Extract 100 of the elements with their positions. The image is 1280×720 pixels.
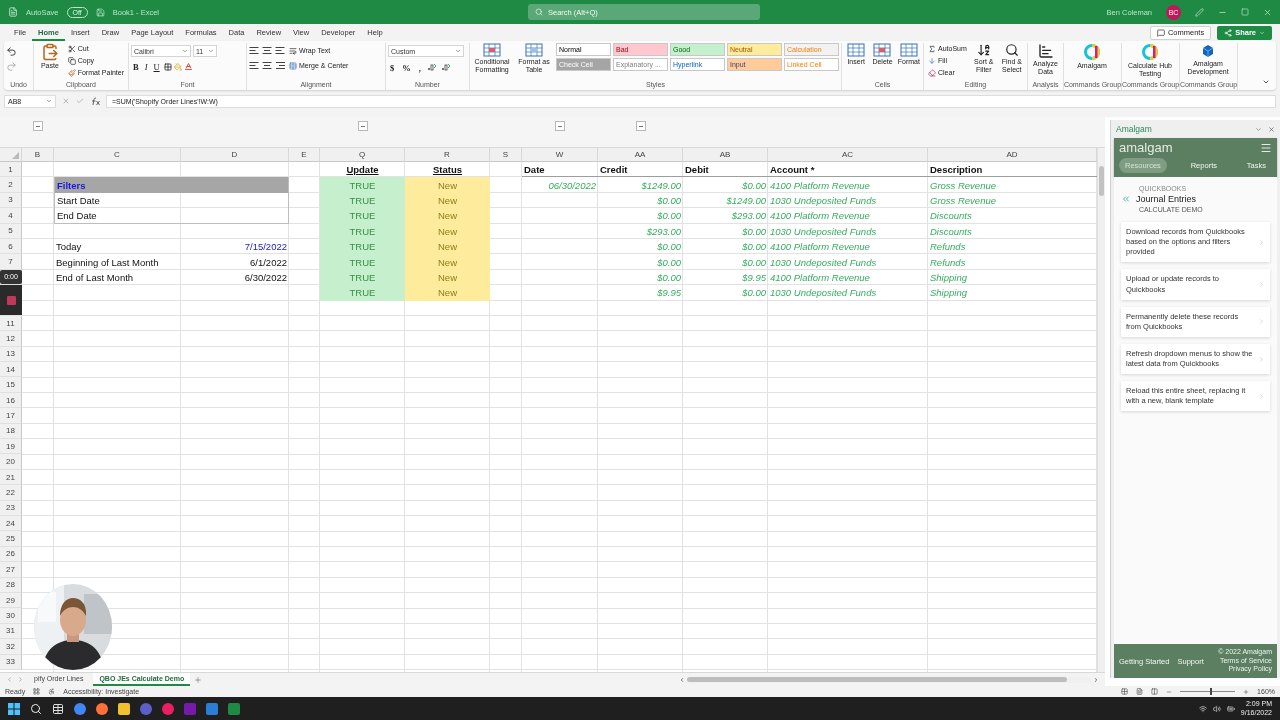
number-format-button[interactable]: $	[388, 62, 397, 73]
save-icon[interactable]	[95, 7, 105, 17]
row-header[interactable]: 1	[0, 162, 22, 178]
collapse-ribbon-icon[interactable]	[1262, 78, 1270, 86]
task-view-icon[interactable]	[52, 702, 64, 715]
borders-icon[interactable]	[163, 62, 172, 71]
redo-icon[interactable]	[6, 61, 17, 72]
app-icon[interactable]	[96, 702, 108, 715]
add-sheet-icon[interactable]	[194, 675, 203, 684]
sheet-cell: Start Date	[54, 192, 289, 209]
decimal-icon[interactable]	[440, 63, 451, 72]
menu-icon[interactable]	[1260, 141, 1272, 154]
column-header[interactable]: D	[181, 148, 289, 162]
align-icon[interactable]	[249, 61, 259, 70]
row-header[interactable]: 4	[0, 208, 22, 224]
scroll-right-icon[interactable]	[1093, 676, 1099, 683]
chevron-icon	[1258, 355, 1265, 363]
comment-icon	[1156, 28, 1165, 37]
row-header[interactable]: 20	[0, 454, 22, 470]
sheet-cell-text: 1030 Undeposited Funds	[769, 193, 878, 208]
column-header[interactable]: AB	[683, 148, 768, 162]
decimal-icon[interactable]	[426, 63, 437, 72]
sheet-cell-text: $0.00	[741, 224, 767, 239]
fill-color-icon[interactable]	[173, 62, 182, 71]
number-format-button[interactable]: %	[400, 62, 413, 73]
column-header[interactable]: AC	[768, 148, 928, 162]
search-icon[interactable]	[30, 702, 42, 715]
chevron-icon	[1258, 318, 1265, 326]
row-header[interactable]: 17	[0, 408, 22, 424]
row-header[interactable]: 19	[0, 439, 22, 455]
vertical-scrollbar[interactable]	[1097, 148, 1105, 672]
sheet-cell: TRUE	[320, 285, 405, 301]
sheet-cell-text: 4100 Platform Revenue	[769, 240, 871, 255]
scrollbar-thumb[interactable]	[687, 677, 1067, 682]
row-header[interactable]: 12	[0, 331, 22, 347]
font-style-button[interactable]: I	[142, 61, 150, 72]
zoom-in-icon[interactable]	[1243, 688, 1250, 695]
wifi-icon[interactable]	[1198, 704, 1207, 713]
column-header[interactable]: Q	[320, 148, 405, 162]
stop-recording-button[interactable]	[0, 285, 22, 316]
app-icon[interactable]	[74, 702, 86, 715]
align-icon[interactable]	[262, 46, 272, 55]
column-header[interactable]: AD	[928, 148, 1097, 162]
sheet-cell-text: Refunds	[929, 255, 967, 270]
row-header[interactable]: 14	[0, 362, 22, 378]
row-header[interactable]: 32	[0, 639, 22, 655]
row-header[interactable]: 27	[0, 562, 22, 578]
number-format-button[interactable]: ,	[416, 62, 423, 73]
sheet-cell-text: $1249.00	[640, 178, 682, 193]
font-color-icon[interactable]	[183, 62, 193, 71]
outline-collapse-button[interactable]	[357, 121, 368, 131]
close-icon[interactable]	[1263, 7, 1272, 17]
undo-icon[interactable]	[6, 46, 17, 57]
sheet-cell-text: Shipping	[929, 270, 968, 285]
align-icon[interactable]	[249, 46, 259, 55]
align-icon[interactable]	[275, 46, 285, 55]
column-header[interactable]: AA	[598, 148, 683, 162]
sheet-cell-text: $0.00	[741, 240, 767, 255]
start-icon[interactable]	[8, 702, 20, 715]
column-header[interactable]: S	[490, 148, 522, 162]
align-icon[interactable]	[275, 61, 285, 70]
restore-icon[interactable]	[1241, 8, 1249, 16]
sheet-cell-text: $9.95	[656, 286, 682, 301]
row-header[interactable]: 22	[0, 485, 22, 501]
app-icon[interactable]	[118, 702, 130, 715]
column-header[interactable]: W	[522, 148, 598, 162]
font-style-button[interactable]: U	[151, 61, 162, 72]
page-break-icon[interactable]	[1151, 688, 1159, 695]
column-header[interactable]: C	[54, 148, 181, 162]
app-icon[interactable]	[206, 702, 218, 715]
align-icon[interactable]	[262, 61, 272, 70]
outline-collapse-button[interactable]	[555, 121, 565, 131]
font-style-button[interactable]: B	[131, 61, 141, 72]
column-header[interactable]: B	[22, 148, 54, 162]
row-header[interactable]: 15	[0, 377, 22, 393]
pane-options-icon[interactable]	[1255, 125, 1262, 133]
zoom-slider-thumb[interactable]	[1210, 688, 1213, 695]
volume-icon[interactable]	[1212, 704, 1221, 713]
accessibility-icon[interactable]	[48, 688, 56, 695]
close-icon[interactable]	[1268, 125, 1275, 133]
function-icon[interactable]	[90, 96, 100, 106]
sheet-cell-text: Gross Revenue	[929, 178, 997, 193]
battery-icon[interactable]	[1226, 704, 1235, 713]
row-header[interactable]: 25	[0, 531, 22, 547]
row-header[interactable]: 30	[0, 608, 22, 624]
row-header[interactable]: 11	[0, 315, 22, 332]
sheet-cell-text: $0.00	[741, 286, 767, 301]
row-header[interactable]: 7	[0, 254, 22, 270]
normal-view-icon[interactable]	[1121, 688, 1129, 695]
scrollbar-thumb[interactable]	[1099, 166, 1104, 196]
page-layout-icon[interactable]	[1136, 688, 1144, 695]
outline-collapse-button[interactable]	[33, 121, 43, 131]
sheet-cell-text: 6/1/2022	[249, 255, 288, 270]
sheet-cell-text: Shipping	[929, 286, 968, 301]
row-header[interactable]: 2	[0, 177, 22, 193]
scroll-left-icon[interactable]	[679, 676, 685, 683]
column-header[interactable]: R	[405, 148, 490, 162]
column-header[interactable]: E	[289, 148, 320, 162]
outline-collapse-button[interactable]	[635, 121, 646, 131]
sheet-cell-text: End of Last Month	[55, 270, 135, 285]
